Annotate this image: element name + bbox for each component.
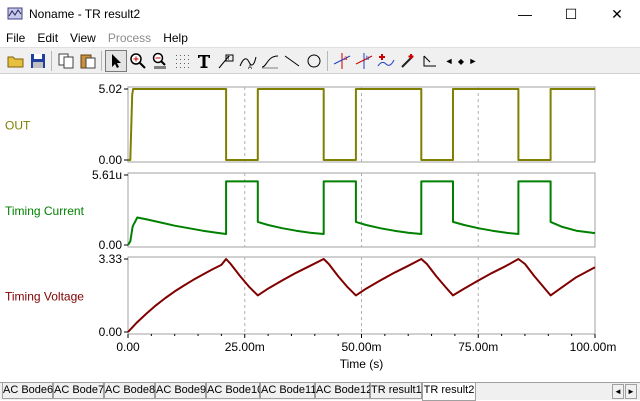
y-tick-label: 5.61u (92, 168, 122, 182)
maximize-icon: ☐ (564, 5, 578, 22)
curve-tool-button[interactable] (259, 50, 281, 72)
tab-scroll-left-icon: ◄ (614, 387, 622, 396)
paste-button[interactable] (77, 50, 99, 72)
y-tick-label: 0.00 (99, 153, 123, 167)
tab-ac-bode11[interactable]: AC Bode11 (260, 383, 316, 399)
grid-icon (176, 55, 189, 68)
x-tick-label: 25.00m (225, 340, 265, 354)
curve-label-button[interactable]: A (237, 50, 259, 72)
scroll-right-icon: ► (468, 56, 478, 66)
pointer-button[interactable] (105, 50, 127, 72)
toolbar-scroll-updown[interactable]: ◆ (455, 50, 467, 72)
cursor-a-icon: a (333, 53, 351, 69)
menu-process[interactable]: Process (102, 31, 157, 45)
cursor-add-button[interactable] (375, 50, 397, 72)
close-button[interactable]: ✕ (594, 0, 640, 28)
y-tick-label: 5.02 (99, 82, 123, 96)
cursor-a-button[interactable]: a (331, 50, 353, 72)
x-tick-label: 50.00m (341, 340, 381, 354)
paste-icon (80, 54, 96, 69)
x-tick-label: 100.00m (570, 340, 617, 354)
save-icon (31, 54, 45, 68)
tab-scroll-left[interactable]: ◄ (612, 384, 624, 399)
svg-text:T: T (227, 56, 230, 62)
window-title: Noname - TR result2 (29, 7, 141, 21)
y-tick-label: 0.00 (99, 238, 123, 252)
tab-ac-bode8[interactable]: AC Bode8 (104, 383, 155, 399)
save-button[interactable] (27, 50, 49, 72)
copy-icon (58, 53, 74, 69)
pen-button[interactable] (397, 50, 419, 72)
y-tick-label: 0.00 (99, 325, 123, 339)
zoom-100-icon (152, 52, 166, 69)
curve-label-icon: A (239, 56, 257, 70)
zoom-in-icon (130, 53, 146, 69)
series-label: OUT (5, 119, 31, 133)
tab-scroll-right-icon: ► (627, 387, 635, 396)
x-axis-label: Time (s) (340, 357, 384, 371)
toolbar: T A a b ◄ ◆ ► (0, 47, 640, 74)
tab-ac-bode10[interactable]: AC Bode10 (206, 383, 263, 399)
zoom-100-button[interactable] (149, 50, 171, 72)
pointer-icon (112, 54, 121, 68)
toolbar-scroll-right[interactable]: ► (467, 50, 479, 72)
line-tool-icon (284, 55, 300, 67)
tab-scroll-right[interactable]: ► (625, 384, 637, 399)
close-icon: ✕ (611, 5, 623, 22)
series-label: Timing Current (5, 204, 85, 218)
plot-area[interactable]: 5.02 0.00 OUT 5.61u 0.00 Timing Current 3.33 0.… (0, 74, 640, 382)
scroll-left-icon: ◄ (444, 56, 454, 66)
menu-file[interactable]: File (0, 31, 31, 45)
tab-tr-result2[interactable]: TR result2 (422, 383, 476, 401)
tab-ac-bode7[interactable]: AC Bode7 (53, 383, 104, 399)
circle-tool-icon (307, 54, 321, 68)
copy-button[interactable] (55, 50, 77, 72)
curve-tool-icon (261, 55, 279, 69)
pen-icon (401, 54, 414, 68)
tab-tr-result1[interactable]: TR result1 (370, 383, 422, 399)
open-button[interactable] (5, 50, 27, 72)
cursor-add-icon (377, 54, 395, 67)
cursor-b-button[interactable]: b (353, 50, 375, 72)
text-tool-button[interactable] (193, 50, 215, 72)
y-tick-label: 3.33 (99, 252, 123, 266)
waveform-plot[interactable]: 5.020.00OUT5.61u0.00Timing Current3.330.… (0, 74, 640, 382)
x-tick-label: 75.00m (458, 340, 498, 354)
arrow-tool-button[interactable] (419, 50, 441, 72)
tab-ac-bode12[interactable]: AC Bode12 (315, 383, 372, 399)
tab-bar: AC Bode6 AC Bode7 AC Bode8 AC Bode9 AC B… (0, 382, 640, 401)
svg-text:A: A (248, 65, 252, 70)
minimize-button[interactable]: — (502, 0, 548, 28)
menu-help[interactable]: Help (157, 31, 194, 45)
scroll-updown-icon: ◆ (457, 56, 465, 66)
line-tool-button[interactable] (281, 50, 303, 72)
arrow-tool-icon (423, 55, 436, 67)
label-tool-button[interactable]: T (215, 50, 237, 72)
circle-tool-button[interactable] (303, 50, 325, 72)
cursor-b-icon: b (355, 53, 373, 69)
text-tool-icon (198, 55, 210, 68)
maximize-button[interactable]: ☐ (548, 0, 594, 28)
tab-ac-bode9[interactable]: AC Bode9 (155, 383, 206, 399)
zoom-in-button[interactable] (127, 50, 149, 72)
toolbar-scroll-left[interactable]: ◄ (443, 50, 455, 72)
series-label: Timing Voltage (5, 290, 84, 304)
open-folder-icon (7, 56, 24, 68)
menu-edit[interactable]: Edit (31, 31, 64, 45)
title-bar: Noname - TR result2 — ☐ ✕ (0, 0, 640, 28)
menu-view[interactable]: View (64, 31, 102, 45)
label-tool-icon: T (218, 54, 234, 69)
menu-bar: File Edit View Process Help (0, 28, 640, 47)
grid-button[interactable] (171, 50, 193, 72)
x-tick-label: 0.00 (116, 340, 140, 354)
minimize-icon: — (518, 6, 532, 22)
app-icon (7, 7, 23, 20)
tab-ac-bode6[interactable]: AC Bode6 (2, 383, 53, 399)
